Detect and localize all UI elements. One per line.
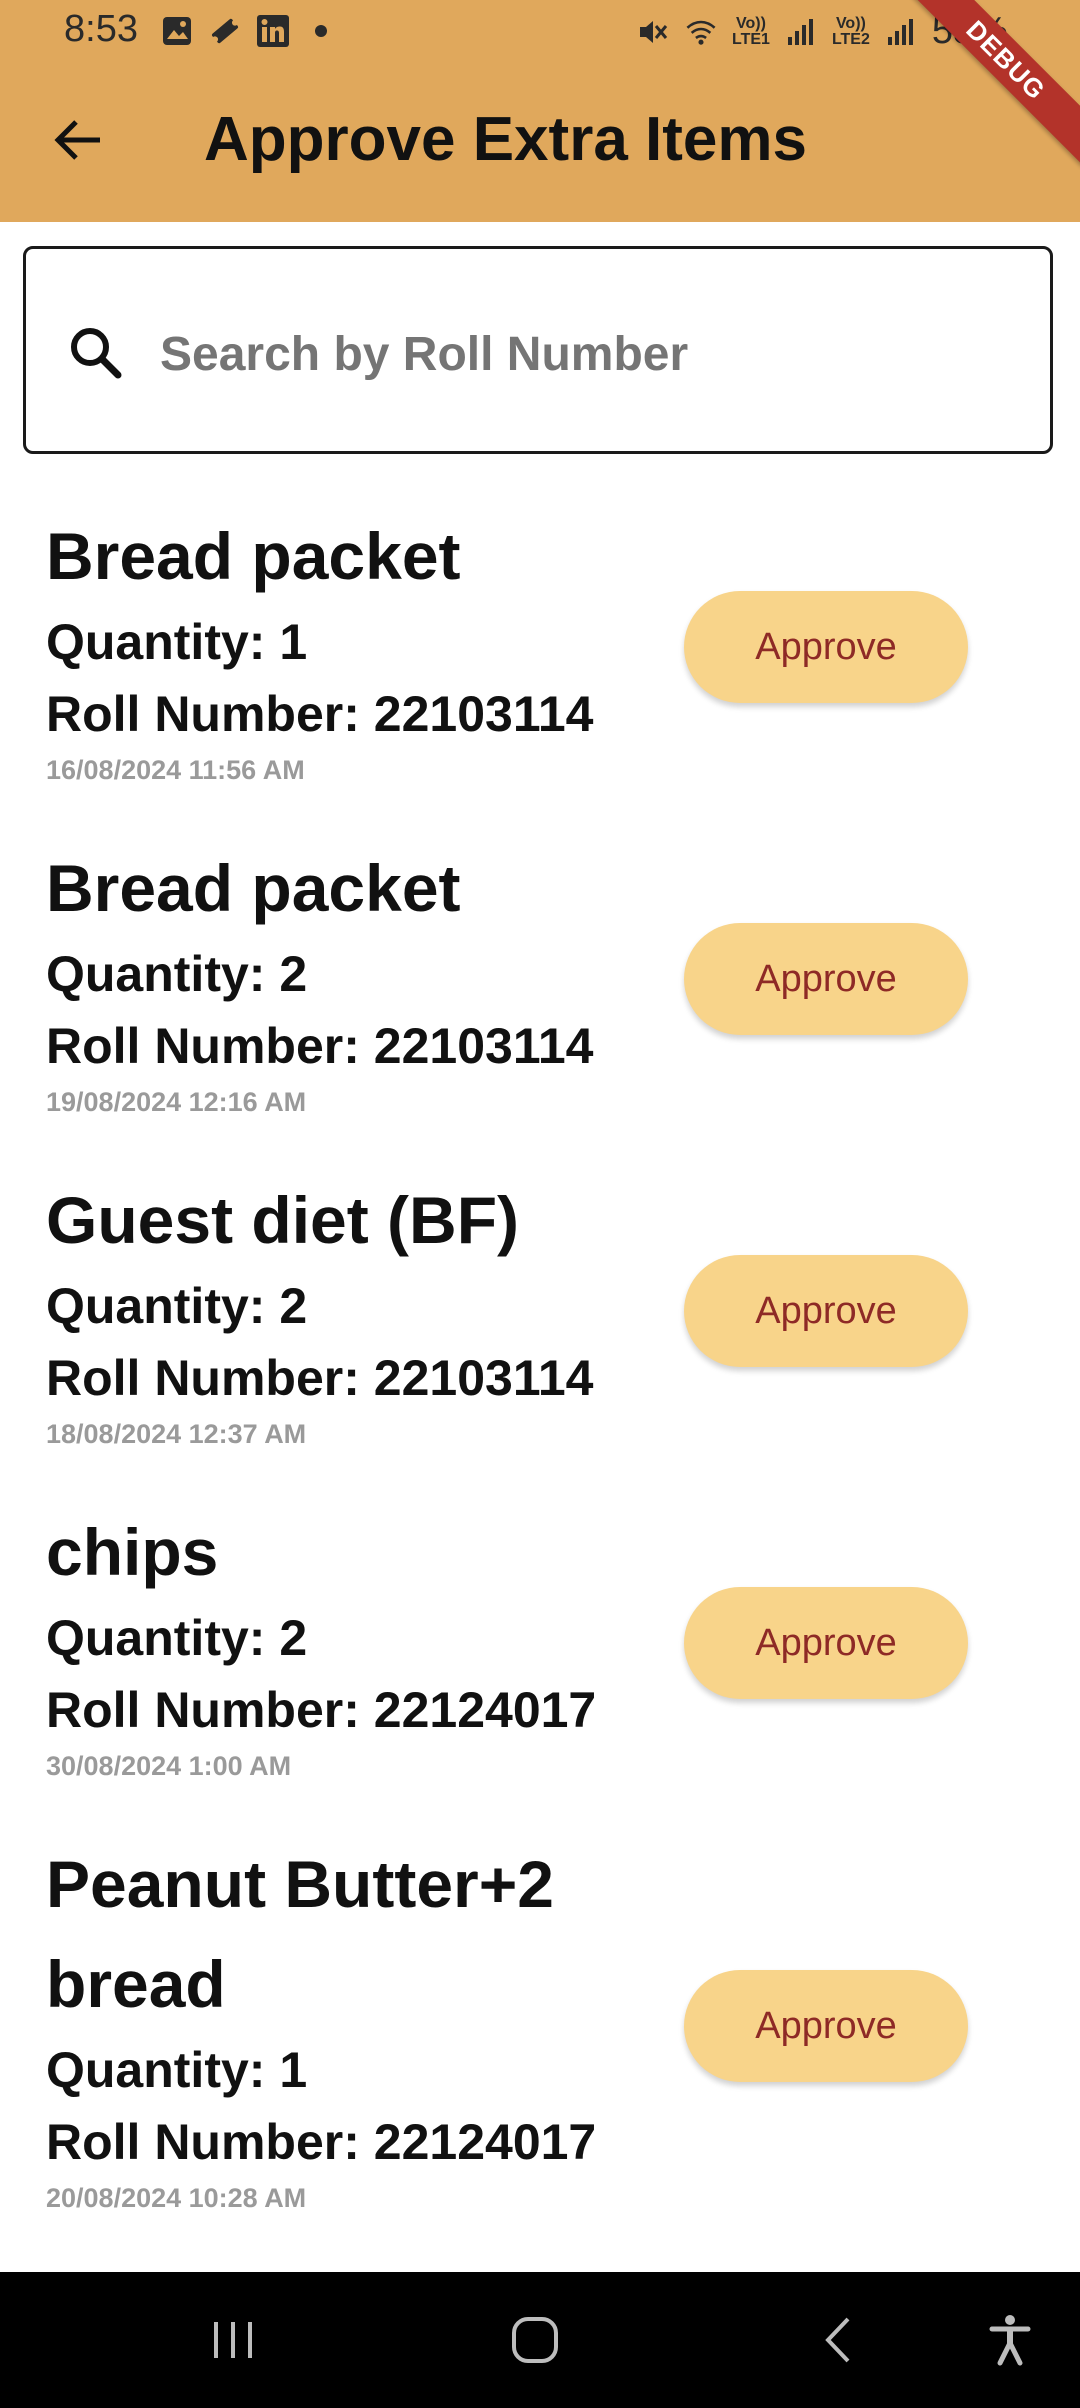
item-name: Guest diet (BF): [46, 1183, 519, 1257]
item-roll-number: Roll Number: 22124017: [46, 2114, 597, 2170]
item-name: Bread packet: [46, 851, 461, 925]
item-date: 16/08/2024 11:56 AM: [46, 755, 305, 785]
linkedin-icon: [256, 14, 290, 48]
back-button[interactable]: [46, 108, 110, 172]
notification-icons: [160, 14, 338, 48]
approve-button[interactable]: Approve: [684, 923, 968, 1035]
page-title: Approve Extra Items: [204, 105, 807, 174]
search-field[interactable]: [23, 246, 1053, 454]
item-name: Bread packet: [46, 519, 461, 593]
wifi-icon: [684, 15, 718, 49]
recents-button[interactable]: [193, 2300, 273, 2380]
nav-back-button[interactable]: [798, 2300, 878, 2380]
sim1-label: Vo)) LTE1: [732, 14, 770, 48]
system-nav-bar: [0, 2272, 1080, 2408]
approve-button[interactable]: Approve: [684, 1255, 968, 1367]
item-date: 19/08/2024 12:16 AM: [46, 1087, 307, 1117]
mute-icon: [636, 15, 670, 49]
search-icon: [71, 328, 122, 379]
arrow-back-icon: [54, 120, 100, 160]
signal-2-icon: [884, 15, 918, 49]
search-input[interactable]: [158, 323, 1022, 385]
accessibility-button[interactable]: [970, 2300, 1050, 2380]
signal-1-icon: [784, 15, 818, 49]
item-name: chips: [46, 1515, 219, 1589]
gallery-icon: [160, 14, 194, 48]
approve-button[interactable]: Approve: [684, 591, 968, 703]
back-icon: [825, 2317, 850, 2363]
ticket-icon: [208, 14, 242, 48]
status-time: 8:53: [64, 8, 138, 50]
sim2-label: Vo)) LTE2: [831, 14, 870, 48]
accessibility-icon: [989, 2315, 1031, 2366]
approve-button[interactable]: Approve: [684, 1587, 968, 1699]
approve-button[interactable]: Approve: [684, 1970, 968, 2082]
item-name: Peanut Butter+2 bread: [46, 1847, 554, 2021]
app-header: 8:53 Vo)) LTE1 Vo)) LTE2 Approve Extra I…: [0, 0, 1080, 222]
dot-icon: [304, 14, 338, 48]
item-date: 18/08/2024 12:37 AM: [46, 1419, 307, 1449]
recents-icon: [214, 2322, 252, 2358]
item-date: 20/08/2024 10:28 AM: [46, 2183, 307, 2213]
home-icon: [512, 2317, 558, 2363]
status-bar: 8:53 Vo)) LTE1 Vo)) LTE2: [0, 0, 1080, 64]
home-button[interactable]: [495, 2300, 575, 2380]
item-date: 30/08/2024 1:00 AM: [46, 1751, 292, 1781]
